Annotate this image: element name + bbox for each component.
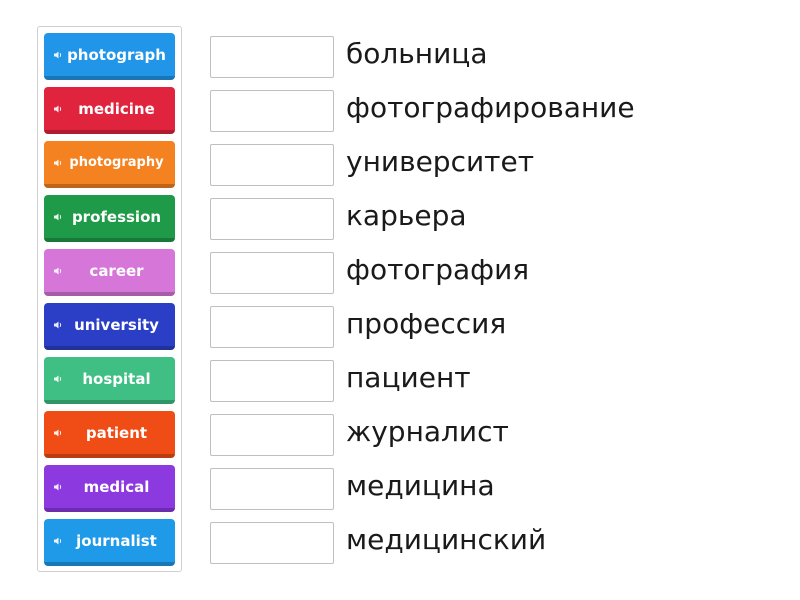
tile-photograph[interactable]: photograph <box>44 33 175 80</box>
tile-hospital[interactable]: hospital <box>44 357 175 404</box>
tile-label: photograph <box>67 45 166 64</box>
tile-label: profession <box>71 207 162 226</box>
tile-label: journalist <box>76 531 157 550</box>
drop-slot-4[interactable] <box>210 198 334 240</box>
target-word: университет <box>346 145 535 178</box>
speaker-icon <box>54 267 62 274</box>
tile-label: hospital <box>82 369 151 388</box>
tile-medicine[interactable]: medicine <box>44 87 175 134</box>
tile-patient[interactable]: patient <box>44 411 175 458</box>
tile-label: medical <box>83 477 150 496</box>
tile-university[interactable]: university <box>44 303 175 350</box>
tile-label: career <box>89 261 144 280</box>
tile-photography[interactable]: photography <box>44 141 175 188</box>
tile-career[interactable]: career <box>44 249 175 296</box>
target-word: медицина <box>346 469 495 502</box>
target-word: медицинский <box>346 523 547 556</box>
target-word: фотография <box>346 253 530 286</box>
target-word: журналист <box>346 415 509 448</box>
target-word: больница <box>346 37 488 70</box>
speaker-icon <box>54 537 62 544</box>
drop-slot-6[interactable] <box>210 306 334 348</box>
drop-slot-7[interactable] <box>210 360 334 402</box>
speaker-icon <box>54 51 62 58</box>
speaker-icon <box>54 321 62 328</box>
drop-slot-9[interactable] <box>210 468 334 510</box>
speaker-icon <box>54 159 62 166</box>
tile-journalist[interactable]: journalist <box>44 519 175 566</box>
target-word: пациент <box>346 361 471 394</box>
drop-slot-8[interactable] <box>210 414 334 456</box>
target-word: карьера <box>346 199 467 232</box>
speaker-icon <box>54 429 62 436</box>
answer-tile-panel: photograph medicine photography professi… <box>37 26 182 572</box>
tile-label: medicine <box>78 99 155 118</box>
tile-medical[interactable]: medical <box>44 465 175 512</box>
drop-slot-3[interactable] <box>210 144 334 186</box>
drop-slot-2[interactable] <box>210 90 334 132</box>
speaker-icon <box>54 213 62 220</box>
speaker-icon <box>54 375 62 382</box>
target-word: фотографирование <box>346 91 635 124</box>
match-activity: photograph medicine photography professi… <box>0 0 800 600</box>
tile-label: university <box>74 315 159 334</box>
tile-label: patient <box>85 423 148 442</box>
drop-slot-5[interactable] <box>210 252 334 294</box>
tile-profession[interactable]: profession <box>44 195 175 242</box>
drop-slot-10[interactable] <box>210 522 334 564</box>
tile-label: photography <box>69 155 164 170</box>
target-word: профессия <box>346 307 507 340</box>
speaker-icon <box>54 105 62 112</box>
speaker-icon <box>54 483 62 490</box>
drop-slot-1[interactable] <box>210 36 334 78</box>
